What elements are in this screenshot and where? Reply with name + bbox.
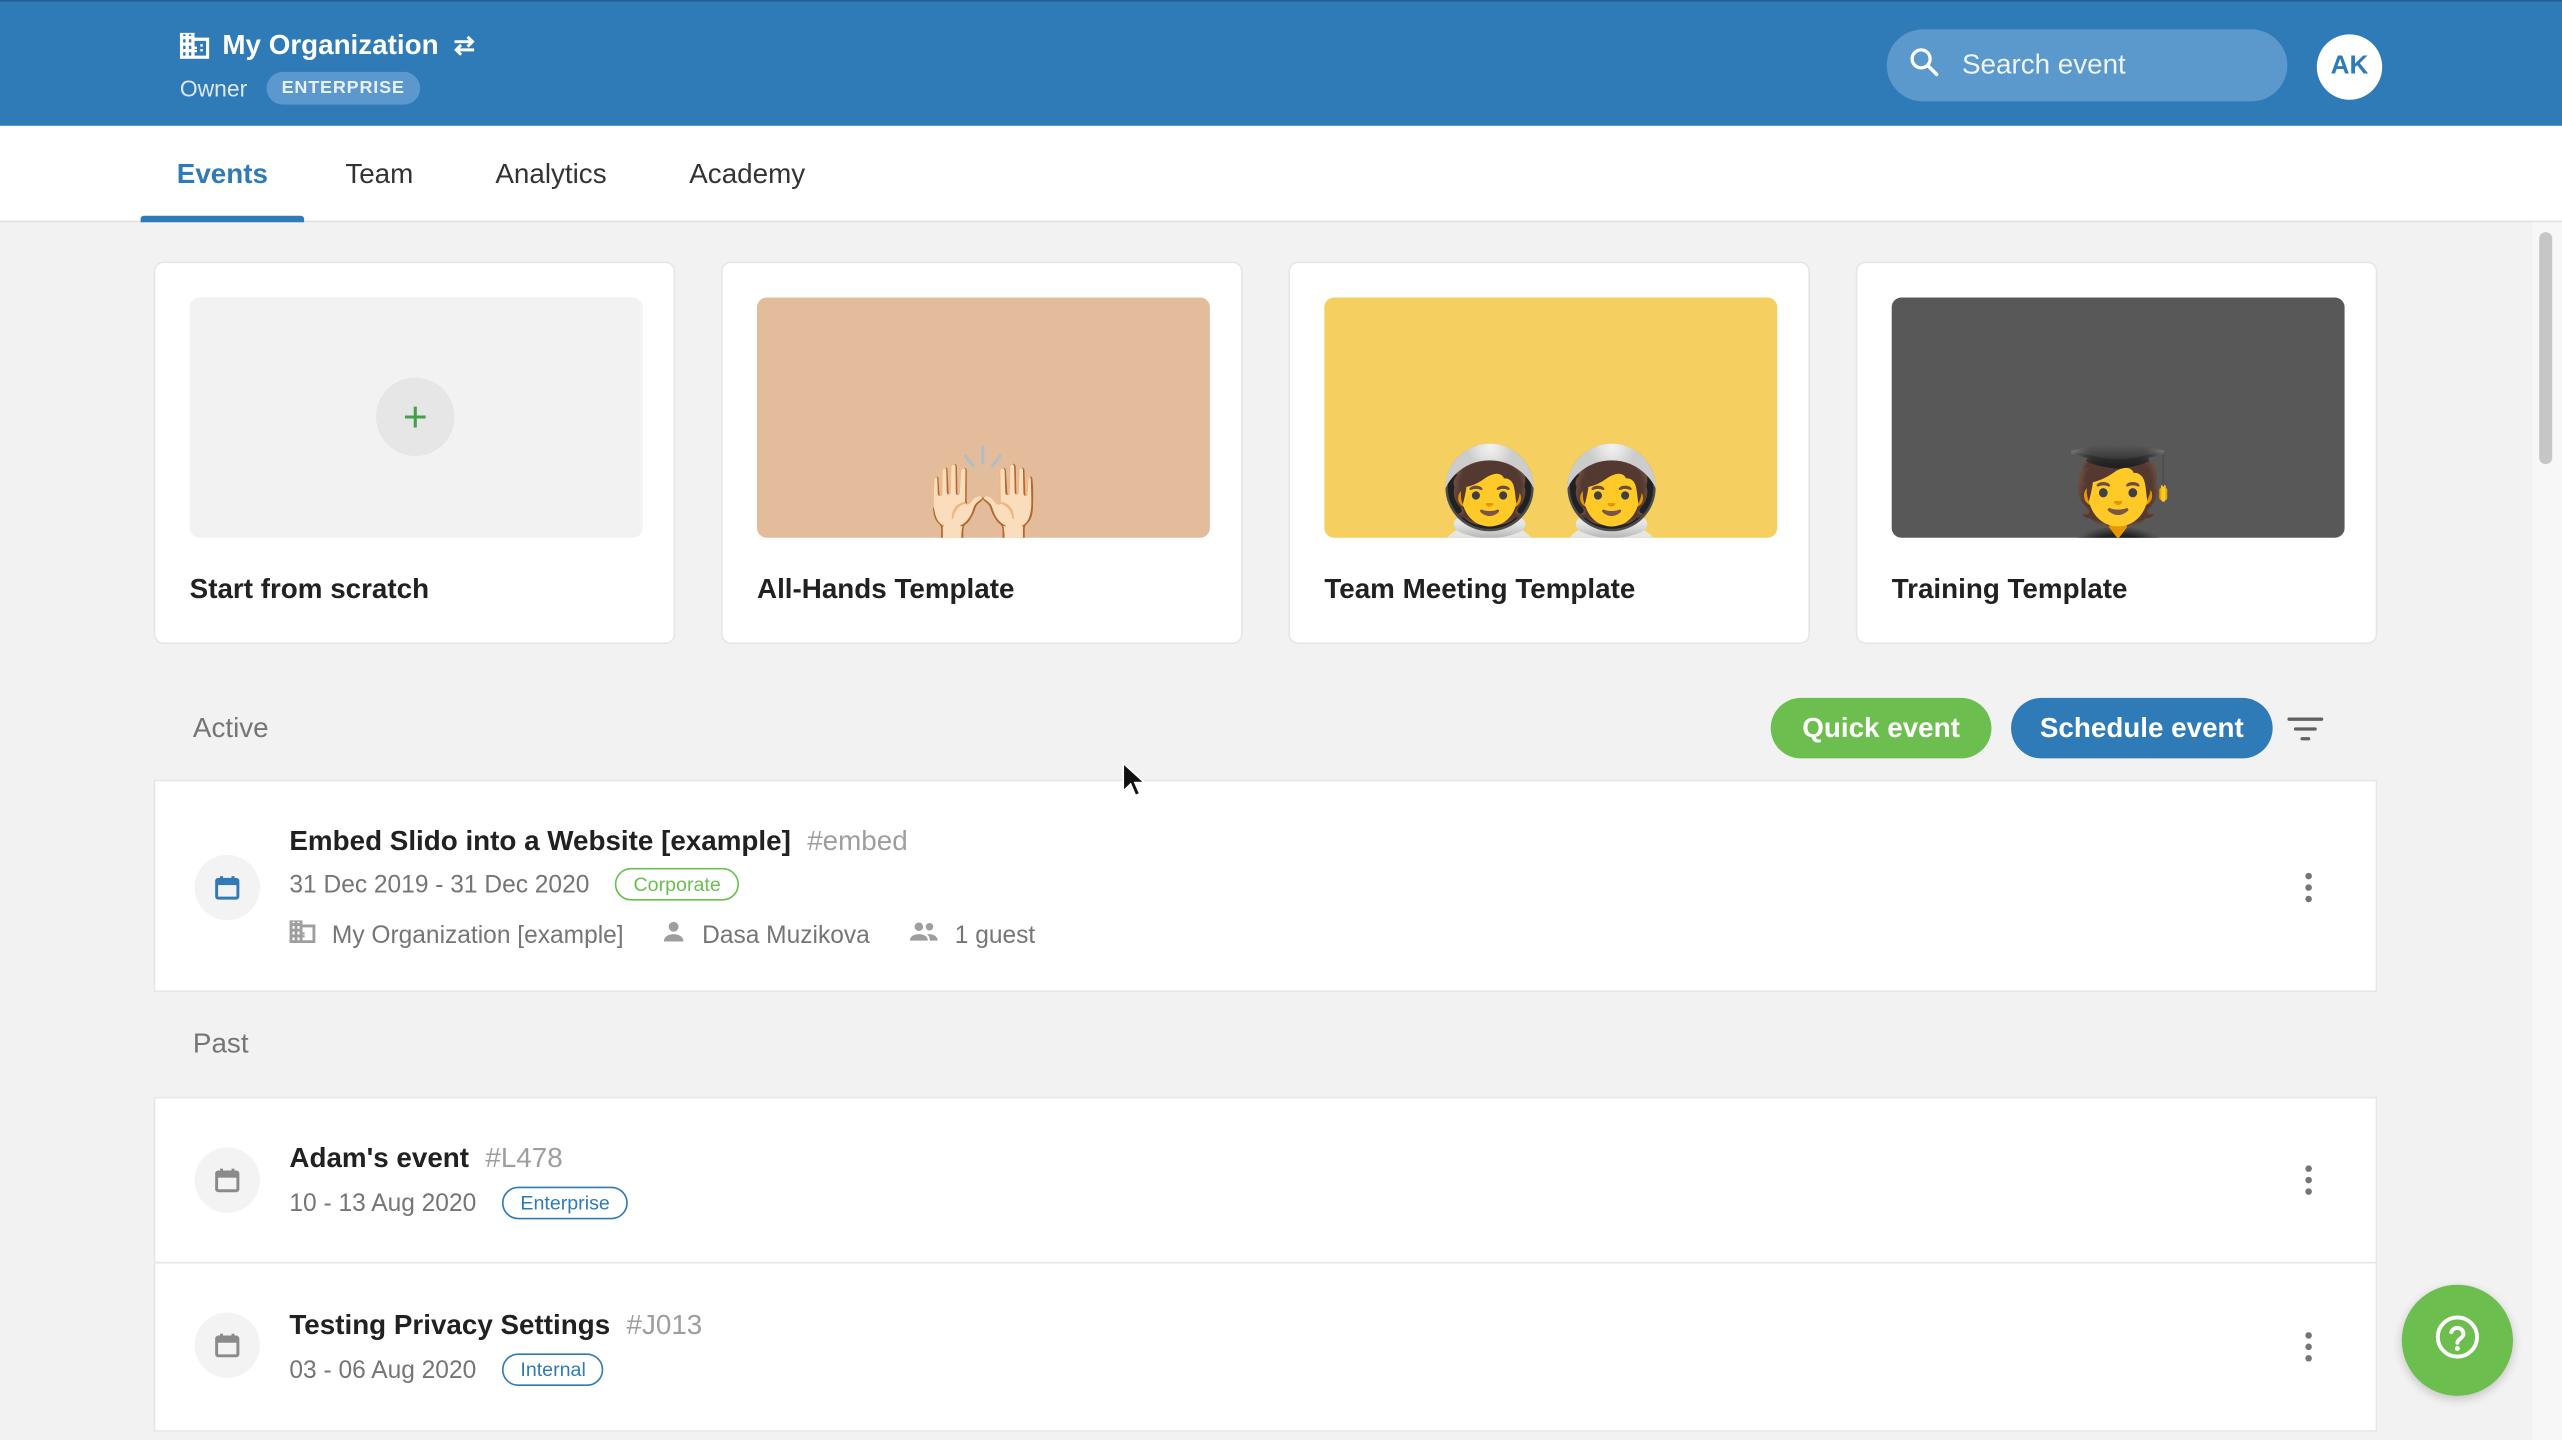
plus-icon: + bbox=[376, 377, 455, 457]
template-label: Team Meeting Template bbox=[1324, 573, 1636, 605]
event-row[interactable]: Testing Privacy Settings #J013 03 - 06 A… bbox=[153, 1261, 2378, 1432]
event-row[interactable]: Embed Slido into a Website [example] #em… bbox=[153, 779, 2378, 993]
role-label: Owner bbox=[179, 75, 248, 102]
main-tabs: Events Team Analytics Academy bbox=[0, 125, 2562, 223]
event-organization: My Organization [example] bbox=[331, 921, 624, 949]
search-input[interactable] bbox=[1962, 49, 2240, 82]
active-section-label: Active bbox=[192, 712, 269, 744]
event-title: Testing Privacy Settings bbox=[289, 1309, 611, 1341]
raising-hands-emoji: 🙌🏻 bbox=[922, 442, 1045, 538]
search-box[interactable] bbox=[1886, 29, 2288, 102]
template-card-scratch[interactable]: + Start from scratch bbox=[153, 261, 676, 644]
template-label: Training Template bbox=[1891, 573, 2128, 605]
template-label: All-Hands Template bbox=[757, 573, 1015, 605]
page-scrollbar[interactable] bbox=[2532, 222, 2562, 1440]
people-icon bbox=[909, 920, 938, 949]
tab-academy[interactable]: Academy bbox=[665, 126, 829, 222]
event-dates: 10 - 13 Aug 2020 bbox=[289, 1189, 477, 1217]
template-card-training[interactable]: 🧑‍🎓 Training Template bbox=[1855, 261, 2378, 644]
past-section-label: Past bbox=[192, 1028, 249, 1060]
event-tag: Enterprise bbox=[502, 1186, 628, 1220]
app-window: My Organization Owner ENTERPRISE AK Even… bbox=[0, 0, 2562, 1440]
person-icon bbox=[663, 920, 686, 949]
event-guests: 1 guest bbox=[954, 921, 1036, 949]
event-dates: 03 - 06 Aug 2020 bbox=[289, 1355, 477, 1384]
event-title: Embed Slido into a Website [example] bbox=[289, 825, 791, 857]
building-icon bbox=[289, 920, 316, 949]
more-options-icon[interactable] bbox=[2292, 1160, 2325, 1199]
building-icon bbox=[179, 32, 210, 59]
template-card-all-hands[interactable]: 🙌🏻 All-Hands Template bbox=[721, 261, 1243, 644]
mouse-cursor-icon bbox=[1122, 761, 1147, 806]
top-bar: My Organization Owner ENTERPRISE AK bbox=[0, 0, 2562, 126]
event-owner: Dasa Muzikova bbox=[702, 921, 870, 949]
search-icon bbox=[1910, 47, 1939, 85]
astronauts-emoji: 🧑‍🚀🧑‍🚀 bbox=[1428, 442, 1673, 538]
filter-icon[interactable] bbox=[2287, 713, 2324, 754]
swap-icon[interactable] bbox=[452, 34, 478, 57]
org-switcher[interactable]: My Organization Owner ENTERPRISE bbox=[179, 29, 478, 105]
tab-team[interactable]: Team bbox=[320, 126, 438, 222]
user-avatar[interactable]: AK bbox=[2316, 34, 2383, 100]
event-code: #J013 bbox=[626, 1309, 703, 1341]
org-name: My Organization bbox=[222, 29, 439, 61]
more-options-icon[interactable] bbox=[2292, 1327, 2325, 1366]
template-label: Start from scratch bbox=[189, 573, 430, 605]
event-dates: 31 Dec 2019 - 31 Dec 2020 bbox=[289, 870, 590, 899]
schedule-event-button[interactable]: Schedule event bbox=[2011, 697, 2273, 759]
event-row[interactable]: Adam's event #L478 10 - 13 Aug 2020 Ente… bbox=[153, 1096, 2378, 1264]
student-emoji: 🧑‍🎓 bbox=[2057, 442, 2180, 538]
question-icon bbox=[2433, 1312, 2482, 1369]
template-thumbnail: 🧑‍🎓 bbox=[1891, 297, 2345, 538]
tab-analytics[interactable]: Analytics bbox=[474, 126, 628, 222]
quick-event-button[interactable]: Quick event bbox=[1770, 697, 1992, 759]
tab-events[interactable]: Events bbox=[140, 126, 305, 223]
event-code: #embed bbox=[807, 825, 908, 857]
template-card-team-meeting[interactable]: 🧑‍🚀🧑‍🚀 Team Meeting Template bbox=[1288, 261, 1810, 644]
calendar-icon bbox=[194, 854, 260, 921]
event-tag: Internal bbox=[502, 1353, 604, 1387]
event-code: #L478 bbox=[485, 1142, 563, 1174]
event-title: Adam's event bbox=[289, 1142, 470, 1174]
more-options-icon[interactable] bbox=[2292, 868, 2325, 907]
template-thumbnail: + bbox=[189, 297, 643, 538]
calendar-icon bbox=[194, 1147, 260, 1213]
template-thumbnail: 🙌🏻 bbox=[757, 297, 1210, 538]
calendar-icon bbox=[194, 1312, 260, 1378]
template-thumbnail: 🧑‍🚀🧑‍🚀 bbox=[1324, 297, 1778, 538]
event-tag: Corporate bbox=[615, 867, 739, 901]
scrollbar-thumb[interactable] bbox=[2539, 232, 2553, 465]
help-button[interactable] bbox=[2401, 1284, 2513, 1396]
plan-badge: ENTERPRISE bbox=[266, 71, 420, 105]
